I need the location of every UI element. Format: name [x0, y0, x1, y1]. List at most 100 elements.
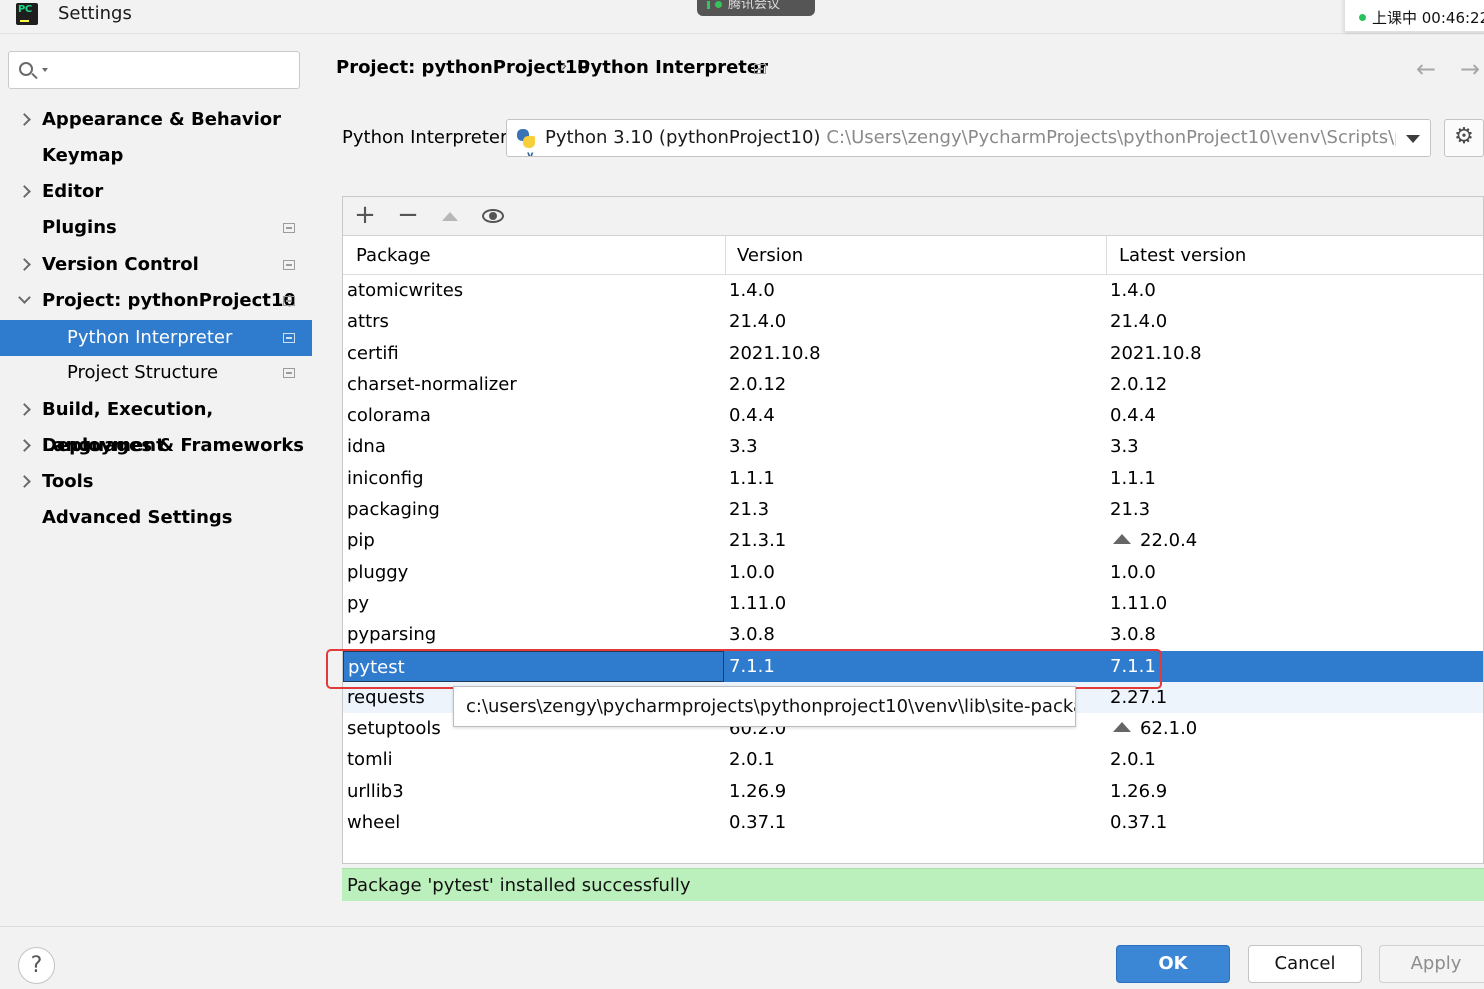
package-name-text: iniconfig	[347, 467, 424, 489]
package-version: 1.11.0	[729, 588, 786, 619]
sidebar-item-project-pythonproject10[interactable]: Project: pythonProject10	[0, 283, 312, 319]
table-row[interactable]: colorama 0.4.4 0.4.4	[343, 400, 1483, 431]
package-latest-version: 21.4.0	[1110, 306, 1167, 337]
package-version-text: 2.0.12	[729, 373, 787, 395]
table-row[interactable]: pip 21.3.1 22.0.4	[343, 525, 1483, 556]
package-name-text: colorama	[347, 405, 431, 427]
sidebar-item-languages-frameworks[interactable]: Languages & Frameworks	[0, 428, 312, 464]
sidebar-item-python-interpreter[interactable]: Python Interpreter	[0, 320, 312, 356]
package-version-text: 1.26.9	[729, 780, 787, 802]
package-version: 1.26.9	[729, 776, 786, 807]
package-latest-version-text: 2.27.1	[1110, 686, 1168, 708]
triangle-up-icon	[442, 212, 458, 221]
package-version-text: 21.3.1	[729, 530, 787, 552]
chevron-right-icon[interactable]	[18, 439, 31, 452]
upgrade-package-button[interactable]	[435, 201, 465, 231]
chevron-right-icon[interactable]	[18, 403, 31, 416]
chevron-down-icon[interactable]	[18, 291, 31, 304]
package-name-text: idna	[347, 436, 386, 458]
sidebar-item-build-execution-deployment[interactable]: Build, Execution, Deployment	[0, 392, 312, 456]
show-early-releases-button[interactable]	[478, 201, 508, 231]
package-latest-version-text: 62.1.0	[1140, 718, 1198, 740]
chevron-right-icon[interactable]	[18, 113, 31, 126]
table-row[interactable]: pluggy 1.0.0 1.0.0	[343, 557, 1483, 588]
package-latest-version-text: 22.0.4	[1140, 530, 1198, 552]
package-latest-version: 2.27.1	[1110, 682, 1167, 713]
table-row[interactable]: pyparsing 3.0.8 3.0.8	[343, 619, 1483, 650]
table-row[interactable]: atomicwrites 1.4.0 1.4.0	[343, 275, 1483, 306]
package-version: 21.4.0	[729, 306, 786, 337]
package-latest-version: 1.11.0	[1110, 588, 1167, 619]
chevron-right-icon[interactable]	[18, 475, 31, 488]
search-options-chevron-down-icon[interactable]	[42, 68, 48, 72]
add-package-button[interactable]: +	[350, 201, 380, 231]
upgrade-available-icon	[1113, 722, 1131, 733]
sidebar-item-label: Python Interpreter	[67, 327, 233, 348]
column-header-latest-version[interactable]: Latest version	[1107, 236, 1484, 275]
table-row[interactable]: urllib3 1.26.9 1.26.9	[343, 776, 1483, 807]
remove-package-button[interactable]: −	[393, 201, 423, 231]
chevron-right-icon[interactable]	[18, 185, 31, 198]
arrow-left-icon[interactable]: ←	[1416, 55, 1436, 83]
table-row[interactable]: py 1.11.0 1.11.0	[343, 588, 1483, 619]
packages-toolbar: + −	[343, 197, 1483, 236]
class-timer-badge[interactable]: 上课中 00:46:22	[1344, 0, 1484, 32]
arrow-right-icon[interactable]: →	[1460, 55, 1480, 83]
sidebar-item-editor[interactable]: Editor	[0, 174, 312, 210]
package-name: wheel	[347, 807, 400, 838]
sidebar-item-project-structure[interactable]: Project Structure	[0, 355, 312, 391]
chevron-right-icon[interactable]	[18, 258, 31, 271]
sidebar-item-version-control[interactable]: Version Control	[0, 247, 312, 283]
package-latest-version: 2021.10.8	[1110, 338, 1202, 369]
package-name-text: py	[347, 592, 370, 614]
package-latest-version-text: 21.3	[1110, 499, 1151, 521]
package-version: 2.0.1	[729, 744, 775, 775]
table-row[interactable]: charset-normalizer 2.0.12 2.0.12	[343, 369, 1483, 400]
table-row[interactable]: wheel 0.37.1 0.37.1	[343, 807, 1483, 838]
package-version: 2.0.12	[729, 369, 786, 400]
breadcrumb-project[interactable]: Project: pythonProject10	[336, 57, 590, 78]
minus-icon: −	[397, 200, 419, 230]
package-version: 1.1.1	[729, 463, 775, 494]
package-name-text: setuptools	[347, 718, 441, 740]
interpreter-path: C:\Users\zengy\PycharmProjects\pythonPro…	[826, 127, 1431, 148]
sidebar-item-advanced-settings[interactable]: Advanced Settings	[0, 500, 312, 536]
package-version: 1.0.0	[729, 557, 775, 588]
interpreter-select[interactable]: v Python 3.10 (pythonProject10) C:\Users\…	[506, 119, 1431, 157]
table-row[interactable]: packaging 21.3 21.3	[343, 494, 1483, 525]
package-latest-version-text: 1.0.0	[1110, 561, 1156, 583]
package-name: pluggy	[347, 557, 408, 588]
table-row[interactable]: attrs 21.4.0 21.4.0	[343, 306, 1483, 337]
sidebar-item-appearance-behavior[interactable]: Appearance & Behavior	[0, 102, 312, 138]
project-level-icon	[283, 223, 295, 233]
settings-search-input[interactable]	[8, 51, 300, 89]
package-path-tooltip: c:\users\zengy\pycharmprojects\pythonpro…	[453, 686, 1076, 727]
column-header-version[interactable]: Version	[726, 236, 1107, 275]
status-dot-icon	[715, 1, 722, 8]
sidebar-item-plugins[interactable]: Plugins	[0, 210, 312, 246]
column-header-package[interactable]: Package	[343, 236, 726, 275]
package-version: 3.3	[729, 431, 758, 462]
help-button[interactable]: ?	[18, 947, 55, 984]
install-status-message: Package 'pytest' installed successfully	[342, 868, 1484, 901]
chevron-down-icon[interactable]	[1396, 120, 1430, 156]
breadcrumb-separator: ›	[561, 56, 568, 75]
sidebar-item-keymap[interactable]: Keymap	[0, 138, 312, 174]
apply-button[interactable]: Apply	[1379, 945, 1484, 983]
meeting-app-badge[interactable]: 腾讯会议	[697, 0, 815, 16]
sidebar-item-tools[interactable]: Tools	[0, 464, 312, 500]
package-name: colorama	[347, 400, 431, 431]
package-latest-version: 1.4.0	[1110, 275, 1156, 306]
cancel-button[interactable]: Cancel	[1248, 945, 1362, 983]
interpreter-settings-button[interactable]: ⚙	[1444, 119, 1484, 157]
breadcrumb-page: Python Interpreter	[577, 57, 768, 78]
package-version: 1.4.0	[729, 275, 775, 306]
table-row[interactable]: pytest 7.1.1 7.1.1	[343, 650, 1483, 682]
table-row[interactable]: tomli 2.0.1 2.0.1	[343, 744, 1483, 775]
table-row[interactable]: idna 3.3 3.3	[343, 431, 1483, 462]
settings-main-panel: Project: pythonProject10 › Python Interp…	[312, 35, 1484, 926]
ok-button[interactable]: OK	[1116, 945, 1230, 983]
table-row[interactable]: certifi 2021.10.8 2021.10.8	[343, 338, 1483, 369]
package-version-text: 3.0.8	[729, 624, 775, 646]
table-row[interactable]: iniconfig 1.1.1 1.1.1	[343, 463, 1483, 494]
